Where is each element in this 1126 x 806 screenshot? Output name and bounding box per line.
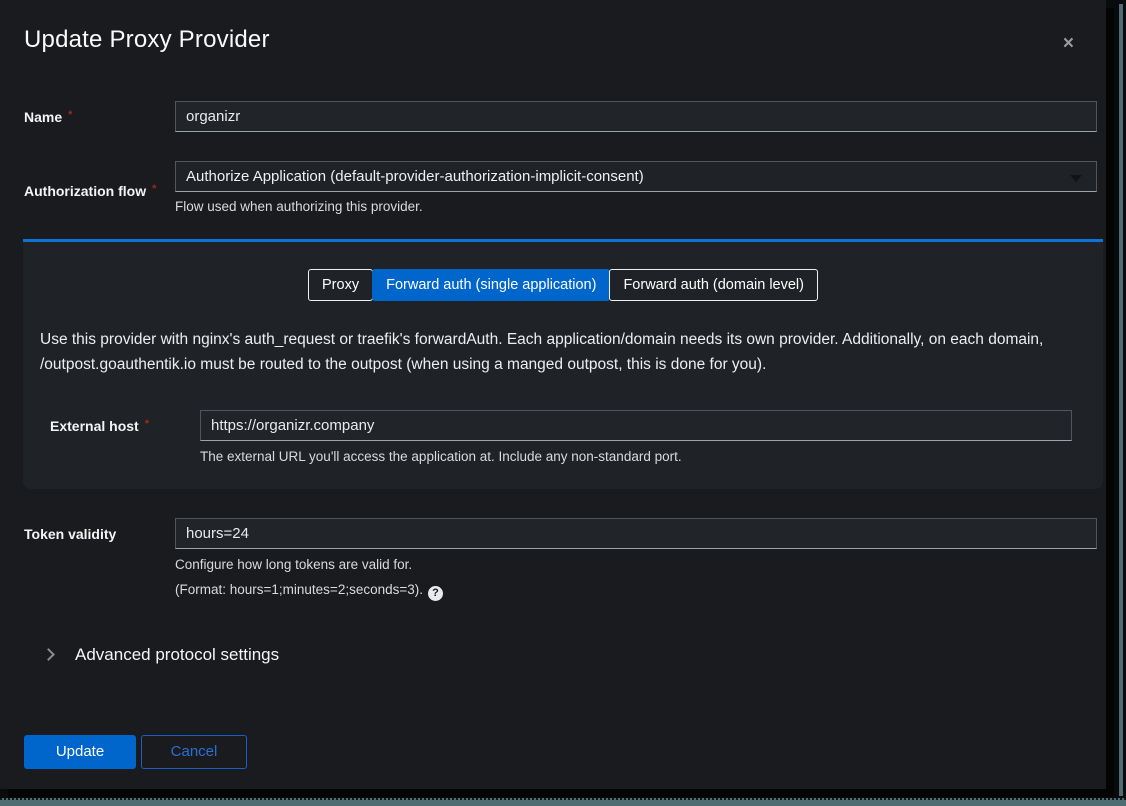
authorization-flow-label: Authorization flow* bbox=[24, 183, 175, 199]
token-validity-help-line2: (Format: hours=1;minutes=2;seconds=3).? bbox=[175, 582, 1097, 601]
proxy-mode-toggle-group: Proxy Forward auth (single application) … bbox=[23, 242, 1103, 301]
chevron-down-icon bbox=[1070, 175, 1082, 182]
name-label: Name* bbox=[24, 109, 175, 125]
authorization-flow-row: Authorization flow* Authorize Applicatio… bbox=[24, 161, 1097, 214]
chevron-right-icon bbox=[42, 648, 55, 661]
token-validity-label: Token validity bbox=[24, 526, 175, 542]
authorization-flow-select[interactable]: Authorize Application (default-provider-… bbox=[175, 161, 1097, 192]
authorization-flow-selected-value: Authorize Application (default-provider-… bbox=[186, 168, 644, 185]
close-icon[interactable]: × bbox=[1057, 30, 1080, 57]
required-asterisk: * bbox=[152, 183, 156, 195]
name-field-row: Name* bbox=[24, 101, 1097, 132]
external-host-label: External host* bbox=[50, 418, 200, 434]
screenshot-border-bottom bbox=[0, 798, 1126, 806]
external-host-input[interactable] bbox=[200, 410, 1072, 441]
tab-forward-auth-single-application[interactable]: Forward auth (single application) bbox=[372, 269, 610, 301]
update-button[interactable]: Update bbox=[24, 735, 136, 769]
modal-footer: Update Cancel bbox=[24, 735, 1106, 769]
token-validity-row: Token validity Configure how long tokens… bbox=[24, 518, 1097, 601]
advanced-protocol-settings-expander[interactable]: Advanced protocol settings bbox=[44, 645, 1106, 665]
mode-description: Use this provider with nginx's auth_requ… bbox=[40, 327, 1085, 377]
external-host-row: External host* The external URL you'll a… bbox=[50, 410, 1072, 464]
advanced-protocol-settings-label: Advanced protocol settings bbox=[75, 645, 279, 665]
token-validity-input[interactable] bbox=[175, 518, 1097, 549]
cancel-button[interactable]: Cancel bbox=[141, 735, 247, 769]
screenshot-frame: Update Proxy Provider × Name* Authorizat… bbox=[0, 0, 1126, 806]
help-question-icon[interactable]: ? bbox=[428, 586, 443, 601]
tab-proxy[interactable]: Proxy bbox=[308, 269, 373, 301]
tab-forward-auth-domain-level[interactable]: Forward auth (domain level) bbox=[609, 269, 818, 301]
external-host-help: The external URL you'll access the appli… bbox=[200, 449, 1072, 464]
name-input[interactable] bbox=[175, 101, 1097, 132]
required-asterisk: * bbox=[145, 418, 149, 430]
provider-form: Name* Authorization flow* Authorize Appl… bbox=[0, 101, 1106, 769]
screenshot-border-right bbox=[1119, 4, 1123, 796]
proxy-mode-card: Proxy Forward auth (single application) … bbox=[23, 239, 1103, 489]
modal-title: Update Proxy Provider bbox=[24, 26, 270, 54]
modal-header: Update Proxy Provider × bbox=[0, 0, 1106, 57]
token-validity-help: Configure how long tokens are valid for.… bbox=[175, 557, 1097, 601]
required-asterisk: * bbox=[68, 109, 72, 121]
token-validity-help-line1: Configure how long tokens are valid for. bbox=[175, 557, 1097, 572]
authorization-flow-help: Flow used when authorizing this provider… bbox=[175, 199, 1097, 214]
update-proxy-provider-modal: Update Proxy Provider × Name* Authorizat… bbox=[0, 0, 1106, 789]
